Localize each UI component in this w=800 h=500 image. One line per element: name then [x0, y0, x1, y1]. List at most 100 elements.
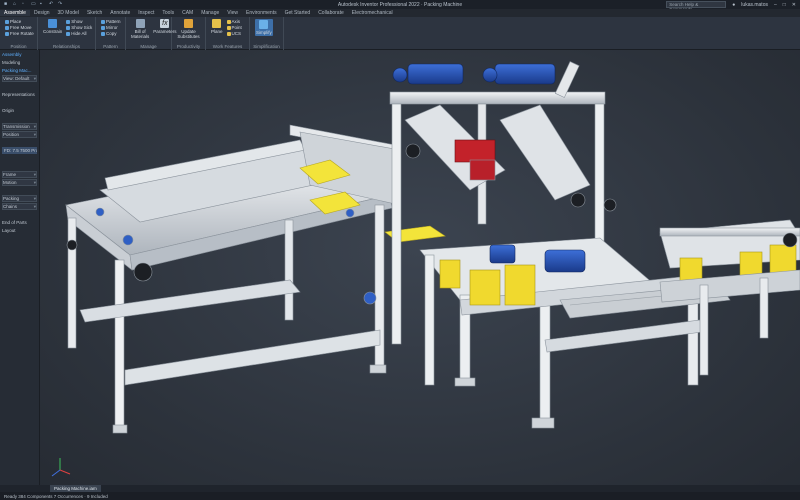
pattern-button[interactable]: Pattern: [101, 19, 121, 24]
user-name[interactable]: lukas.matos: [741, 2, 768, 8]
close-icon[interactable]: ✕: [792, 2, 796, 8]
browser-row[interactable]: Chains ▾: [2, 203, 37, 210]
dropdown-icon[interactable]: ▾: [34, 132, 36, 137]
browser-row-label: Chains: [3, 204, 18, 209]
app-menu-icon[interactable]: ■: [4, 2, 10, 7]
undo-icon[interactable]: ↶: [49, 2, 55, 7]
tab-annotate[interactable]: Annotate: [106, 10, 134, 16]
dropdown-icon[interactable]: ▾: [34, 180, 36, 185]
fx-icon: fx: [160, 19, 170, 28]
redo-icon[interactable]: ↷: [58, 2, 64, 7]
dropdown-icon[interactable]: ▾: [34, 124, 36, 129]
browser-row-label: Packing: [3, 196, 20, 201]
hide-all-button[interactable]: Hide All: [66, 31, 92, 36]
dropdown-icon[interactable]: ▾: [34, 76, 36, 81]
right-conveyor[interactable]: [659, 219, 800, 376]
axis-button[interactable]: Axis: [226, 19, 242, 24]
tab-3d-model[interactable]: 3D Model: [54, 10, 83, 16]
browser-row-label: Position: [3, 132, 20, 137]
maximize-icon[interactable]: □: [783, 2, 786, 8]
free-rotate-button[interactable]: Free Rotate: [5, 31, 34, 36]
ucs-button[interactable]: UCS: [226, 31, 242, 36]
browser-row-label: Layout: [2, 228, 16, 233]
free-move-button[interactable]: Free Move: [5, 25, 34, 30]
simplify-button[interactable]: Simplify: [255, 19, 273, 36]
constrain-button[interactable]: Constrain: [43, 19, 62, 34]
browser-row[interactable]: [2, 83, 37, 90]
browser-row[interactable]: Transmission ▾: [2, 123, 37, 130]
home-icon[interactable]: ⌂: [13, 2, 19, 7]
tab-collaborate[interactable]: Collaborate: [314, 10, 348, 16]
browser-row[interactable]: Position ▾: [2, 131, 37, 138]
panel-position: Place Free Move Free Rotate Position: [0, 17, 38, 50]
tab-inspect[interactable]: Inspect: [134, 10, 158, 16]
tab-tools[interactable]: Tools: [158, 10, 178, 16]
user-icon[interactable]: ●: [732, 2, 735, 8]
tab-view[interactable]: View: [223, 10, 242, 16]
graphics-viewport[interactable]: [40, 50, 800, 491]
dropdown-icon[interactable]: ▾: [34, 172, 36, 177]
browser-row[interactable]: Frame ▾: [2, 171, 37, 178]
model-browser: Assembly Modeling Packing Mac... View: Defa…: [0, 50, 40, 490]
browser-row[interactable]: [2, 187, 37, 194]
tab-cam[interactable]: CAM: [178, 10, 197, 16]
tab-get-started[interactable]: Get Started: [281, 10, 315, 16]
browser-row[interactable]: [2, 155, 37, 162]
panel-title: Productivity: [176, 44, 201, 49]
bom-icon: [135, 19, 145, 28]
panel-productivity: Update Substitutes Productivity: [172, 17, 206, 50]
tab-sketch[interactable]: Sketch: [83, 10, 106, 16]
panel-title: Relationships: [52, 44, 80, 49]
browser-row[interactable]: [2, 163, 37, 170]
bom-button[interactable]: Bill of Materials: [131, 19, 149, 39]
tab-manage[interactable]: Manage: [197, 10, 223, 16]
plane-icon: [212, 19, 222, 28]
show-button[interactable]: Show: [66, 19, 92, 24]
tab-design[interactable]: Design: [30, 10, 54, 16]
packing-machine-model[interactable]: [40, 50, 800, 491]
update-substitutes-button[interactable]: Update Substitutes: [177, 19, 200, 39]
browser-row[interactable]: Representations: [2, 91, 37, 98]
browser-row[interactable]: Packing Mac...: [2, 67, 37, 74]
infeed-conveyor[interactable]: [65, 124, 446, 434]
browser-row[interactable]: Layout: [2, 227, 37, 234]
browser-row[interactable]: Origin: [2, 107, 37, 114]
browser-row-label: Modeling: [2, 60, 21, 65]
browser-row[interactable]: View: Default ▾: [2, 75, 37, 82]
substitutes-icon: [184, 19, 193, 28]
new-icon[interactable]: ▫: [22, 2, 28, 7]
browser-row[interactable]: Packing ▾: [2, 195, 37, 202]
tab-assemble[interactable]: Assemble: [0, 10, 30, 16]
constrain-icon: [48, 19, 58, 28]
place-button[interactable]: Place: [5, 19, 34, 24]
dropdown-icon[interactable]: ▾: [34, 204, 36, 209]
plane-button[interactable]: Plane: [211, 19, 223, 34]
minimize-icon[interactable]: –: [774, 2, 777, 8]
tab-environments[interactable]: Environments: [242, 10, 281, 16]
browser-row[interactable]: [2, 139, 37, 146]
browser-row[interactable]: [2, 115, 37, 122]
panel-title: Pattern: [103, 44, 118, 49]
browser-row[interactable]: [2, 211, 37, 218]
browser-row[interactable]: End of Parts: [2, 219, 37, 226]
tab-electromechanical[interactable]: Electromechanical: [348, 10, 397, 16]
ribbon-tabs: Assemble Design 3D Model Sketch Annotate Insp…: [0, 9, 800, 17]
point-button[interactable]: Point: [226, 25, 242, 30]
browser-row[interactable]: Assembly: [2, 51, 37, 58]
browser-row[interactable]: FD: 7.5 7500 Profil: [2, 147, 37, 154]
panel-simplification: Simplify Simplification: [250, 17, 284, 50]
save-icon[interactable]: ▪: [40, 2, 46, 7]
mirror-button[interactable]: Mirror: [101, 25, 121, 30]
browser-row[interactable]: Modeling: [2, 59, 37, 66]
open-icon[interactable]: ▭: [31, 2, 37, 7]
panel-manage: Bill of Materials fx Parameters Manage: [126, 17, 177, 50]
dropdown-icon[interactable]: ▾: [34, 196, 36, 201]
browser-row-label: FD: 7.5 7500 Profil: [4, 148, 37, 153]
show-sick-button[interactable]: Show Sick: [66, 25, 92, 30]
browser-row[interactable]: [2, 99, 37, 106]
document-tab[interactable]: Packing Machine.iam: [50, 485, 101, 492]
document-tabs: Packing Machine.iam: [0, 485, 800, 492]
browser-row[interactable]: Motion ▾: [2, 179, 37, 186]
copy-button[interactable]: Copy: [101, 31, 121, 36]
help-search-input[interactable]: Search Help & Commands...: [666, 1, 727, 12]
